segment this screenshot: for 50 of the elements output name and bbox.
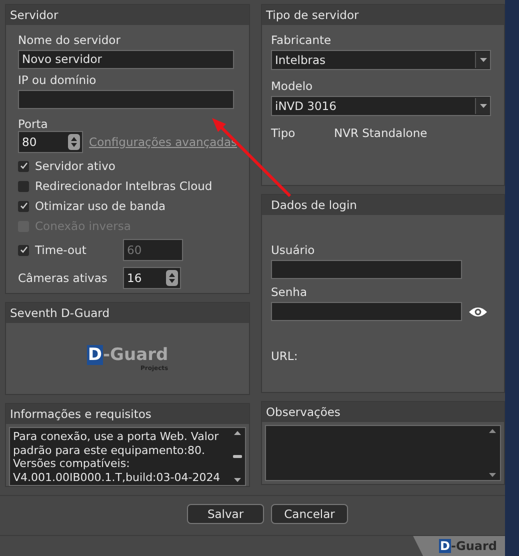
field-label: Porta [18,117,49,131]
field-label: Fabricante [271,33,332,47]
type-value: NVR Standalone [334,126,428,140]
panel-title: Observações [262,402,504,422]
field-label: IP ou domínio [18,73,98,87]
d-guard-logo: D-Guard [413,536,505,556]
field-label: Usuário [271,243,316,257]
scroll-up-icon[interactable] [234,431,240,435]
manufacturer-dropdown[interactable]: Intelbras [271,50,491,70]
model-dropdown[interactable]: iNVD 3016 [271,96,491,116]
input-field[interactable] [18,90,234,109]
checkbox[interactable] [18,160,29,172]
field-label: Nome do servidor [18,33,122,47]
checkbox[interactable] [18,180,29,192]
checkbox-label: Time-out [35,243,88,257]
field-label: Tipo [271,126,296,140]
field-label: Câmeras ativas [18,271,108,285]
spinner-arrows-icon[interactable] [68,134,80,150]
panel-title: Servidor [6,5,249,25]
scroll-thumb[interactable] [232,455,242,458]
info-text-area[interactable]: Para conexão, use a porta Web. Valor padrão para este equipamento:80. Versões compatíveis: V4.001.00IB000.1.T,build:03-04-2024 [9,427,246,486]
field-label: Senha [271,285,308,299]
save-button[interactable]: Salvar [187,504,264,524]
checkbox-label: Redirecionador Intelbras Cloud [35,179,212,193]
panel-title: Seventh D-Guard [6,303,249,323]
spinner-field[interactable]: 16 [123,267,181,289]
scroll-down-icon[interactable] [234,478,240,482]
info-text: Para conexão, use a porta Web. Valor padrão para este equipamento:80. Versões compatíveis: V4.001.00IB000.1.T,build:03-04-2024 [12,429,222,485]
scroll-down-icon[interactable] [488,473,496,477]
caret-icon[interactable] [480,58,486,62]
password-field[interactable] [271,302,462,321]
spinner-field[interactable]: 80 [18,131,84,153]
checkbox[interactable] [18,200,29,212]
timeout-field[interactable]: 60 [123,239,183,261]
user-field[interactable] [271,260,462,279]
spinner-arrows-icon[interactable] [166,270,178,286]
observations-text-area[interactable] [265,425,501,481]
caret-icon[interactable] [480,104,486,108]
checkbox-label: Servidor ativo [35,159,116,173]
scroll-up-icon[interactable] [488,429,496,433]
checkbox-label: Otimizar uso de banda [35,199,166,213]
field-label: Modelo [271,79,314,93]
field-label: URL: [271,349,299,363]
panel-title: Dados de login [262,195,504,215]
panel-title: Tipo de servidor [262,5,504,25]
eye-icon[interactable] [468,306,488,318]
cancel-button[interactable]: Cancelar [271,504,348,524]
input-field[interactable]: Novo servidor [18,50,234,69]
panel-title: Informações e requisitos [6,404,249,424]
checkbox[interactable] [18,244,29,256]
